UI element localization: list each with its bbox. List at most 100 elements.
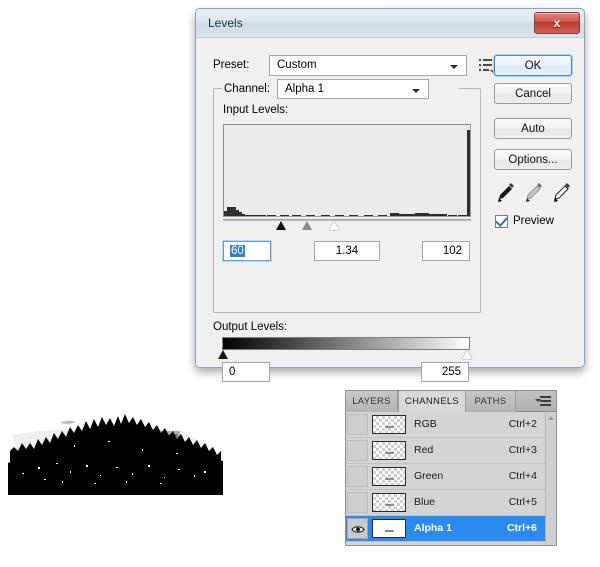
input-shadow-slider-handle[interactable] <box>276 221 286 230</box>
preset-menu-line <box>483 69 489 71</box>
preset-menu-dot <box>479 69 481 71</box>
channel-shortcut: Ctrl+4 <box>508 470 537 482</box>
visibility-toggle[interactable] <box>347 466 368 487</box>
input-midtone-slider-handle[interactable] <box>302 221 312 230</box>
histogram-bars <box>224 125 470 216</box>
input-slider-track <box>223 219 471 221</box>
close-button[interactable]: x <box>534 12 580 34</box>
channel-row-red[interactable]: Red Ctrl+3 <box>346 438 545 464</box>
channel-row-alpha-1[interactable]: Alpha 1 Ctrl+6 <box>346 516 545 542</box>
eyedropper-black-point-icon[interactable] <box>495 180 517 204</box>
input-highlight-value: 102 <box>442 245 462 257</box>
channel-thumbnail <box>372 415 406 434</box>
channel-group-box: Channel: Alpha 1 Input Levels: 60 1.34 1… <box>213 79 481 313</box>
channel-row: Channel: Alpha 1 <box>222 79 459 100</box>
histogram-bar <box>291 214 301 216</box>
preview-checkbox[interactable] <box>495 213 508 228</box>
preview-checkbox-row[interactable]: Preview <box>495 213 554 229</box>
preset-dropdown[interactable]: Custom <box>269 55 467 76</box>
preset-menu-line <box>483 64 492 66</box>
channel-row-green[interactable]: Green Ctrl+4 <box>346 464 545 490</box>
channel-list: RGB Ctrl+2 Red Ctrl+3 Green Ctrl+4 Blue … <box>346 412 545 545</box>
output-black-field[interactable]: 0 <box>222 362 270 382</box>
visibility-toggle[interactable] <box>347 440 368 461</box>
visibility-toggle[interactable] <box>347 492 368 513</box>
checkmark-icon <box>495 213 508 227</box>
preset-label: Preset: <box>213 59 250 71</box>
visibility-toggle[interactable] <box>347 414 368 435</box>
histogram-bar <box>306 215 315 216</box>
channel-name: Red <box>414 444 434 456</box>
histogram-bar <box>334 214 344 216</box>
channel-thumbnail <box>372 441 406 460</box>
preset-value: Custom <box>277 59 317 71</box>
histogram-bar <box>363 215 373 216</box>
thumbnail-mark <box>385 504 394 506</box>
channel-thumbnail <box>372 493 406 512</box>
input-levels-label: Input Levels: <box>223 104 289 116</box>
input-shadow-field[interactable]: 60 <box>223 241 271 261</box>
panel-menu-icon[interactable] <box>535 396 551 407</box>
input-levels-slider[interactable] <box>223 219 471 233</box>
histogram-bar <box>419 213 429 216</box>
scroll-up-icon[interactable] <box>548 416 554 420</box>
levels-dialog: Levels x Preset: Custom Channel: Alpha 1… <box>195 8 585 382</box>
dialog-title: Levels <box>208 16 243 30</box>
channel-dropdown[interactable]: Alpha 1 <box>277 79 429 99</box>
histogram-bar <box>397 213 407 216</box>
preset-menu-dot <box>479 59 481 61</box>
panel-scrollbar[interactable] <box>545 412 556 545</box>
channel-shortcut: Ctrl+6 <box>506 522 537 534</box>
histogram-bar <box>267 215 277 216</box>
input-midtone-field[interactable]: 1.34 <box>314 241 380 261</box>
cancel-button[interactable]: Cancel <box>494 83 572 104</box>
ok-button[interactable]: OK <box>494 55 572 76</box>
thumbnail-mark <box>385 426 394 428</box>
channel-name: Blue <box>414 496 436 508</box>
chevron-down-icon <box>450 65 458 69</box>
panel-tab-bar: LAYERS CHANNELS PATHS <box>346 391 556 412</box>
tab-channels[interactable]: CHANNELS <box>398 391 466 412</box>
dialog-title-bar: Levels x <box>196 9 584 38</box>
chevron-down-icon <box>412 89 420 93</box>
options-button[interactable]: Options... <box>494 149 572 170</box>
preset-menu-dot <box>479 64 481 66</box>
output-white-field[interactable]: 255 <box>421 362 469 382</box>
output-black-slider-handle[interactable] <box>218 350 228 359</box>
auto-button[interactable]: Auto <box>494 118 572 139</box>
channel-name: RGB <box>414 418 437 430</box>
panel-menu-line <box>540 404 551 406</box>
input-shadow-value: 60 <box>230 245 245 257</box>
visibility-toggle[interactable] <box>347 518 368 539</box>
input-highlight-slider-handle[interactable] <box>329 221 339 230</box>
thumbnail-mark <box>385 452 394 454</box>
channel-name: Green <box>414 470 444 482</box>
histogram-bar <box>349 215 359 216</box>
channel-thumbnail <box>372 467 406 486</box>
histogram-bar <box>447 214 457 216</box>
eyedropper-gray-point-icon[interactable] <box>523 180 545 204</box>
histogram-bar <box>467 129 470 216</box>
thumbnail-mark <box>385 478 394 480</box>
channel-thumbnail <box>372 519 406 538</box>
close-icon: x <box>553 16 561 30</box>
output-white-value: 255 <box>441 366 461 378</box>
eyedropper-white-point-icon[interactable] <box>551 180 573 204</box>
channel-row-rgb[interactable]: RGB Ctrl+2 <box>346 412 545 438</box>
channel-value: Alpha 1 <box>285 83 325 95</box>
channel-shortcut: Ctrl+3 <box>508 444 537 456</box>
output-levels-slider[interactable] <box>218 350 472 362</box>
histogram-bar <box>428 214 438 216</box>
output-white-slider-handle[interactable] <box>462 350 472 359</box>
channel-name: Alpha 1 <box>414 522 452 534</box>
tab-layers[interactable]: LAYERS <box>346 391 398 412</box>
preset-menu-line <box>483 59 492 61</box>
channel-row-blue[interactable]: Blue Ctrl+5 <box>346 490 545 516</box>
histogram-bar <box>320 215 330 216</box>
histogram-chart <box>223 124 471 217</box>
histogram-bar <box>280 215 289 216</box>
channel-shortcut: Ctrl+5 <box>508 496 537 508</box>
input-highlight-field[interactable]: 102 <box>422 241 470 261</box>
tab-paths[interactable]: PATHS <box>466 391 516 412</box>
eye-icon <box>351 526 365 533</box>
